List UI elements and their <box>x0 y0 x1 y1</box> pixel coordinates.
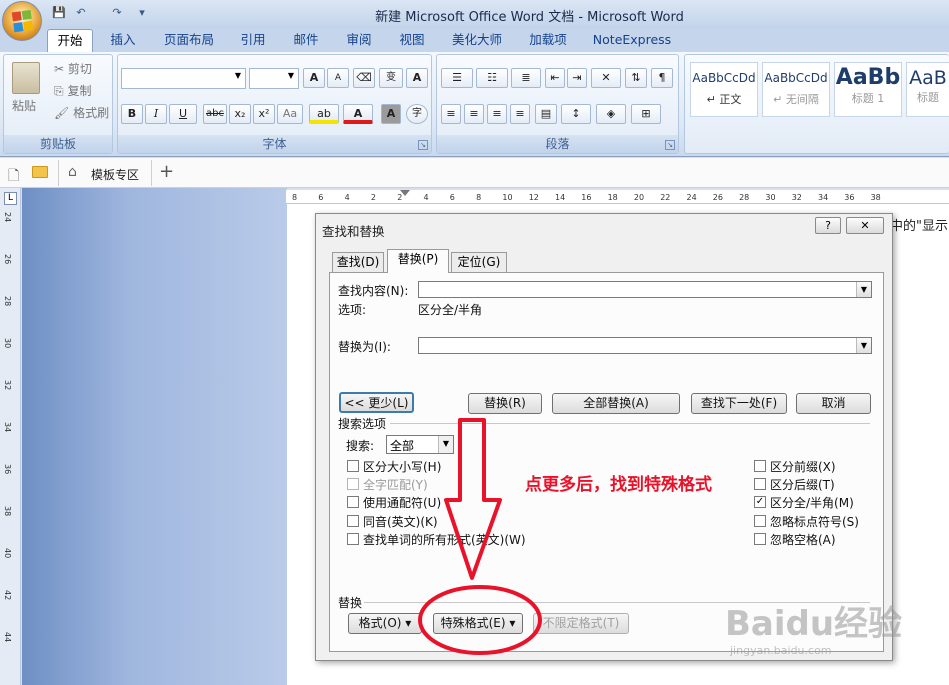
red-circle-highlight <box>418 585 542 655</box>
tab-replace[interactable]: 替换(P) <box>387 249 449 273</box>
annotation-overlay <box>418 418 542 655</box>
red-down-arrow <box>444 418 502 580</box>
office-button[interactable] <box>2 1 42 41</box>
watermark-url: jingyan.baidu.com <box>730 644 832 657</box>
annotation-text: 点更多后，找到特殊格式 <box>525 475 712 495</box>
office-logo-icon <box>11 9 35 33</box>
watermark-logo: Baidu经验 <box>725 604 903 644</box>
